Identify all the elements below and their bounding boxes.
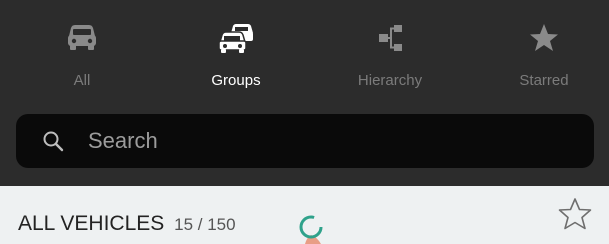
tab-bar: All Groups Hierarchy Starred xyxy=(0,0,609,110)
star-icon xyxy=(530,24,558,51)
search-bar[interactable] xyxy=(16,114,594,168)
tab-groups[interactable]: Groups xyxy=(160,0,312,110)
search-input[interactable] xyxy=(88,114,568,168)
tab-starred[interactable]: Starred xyxy=(468,0,609,110)
hierarchy-icon xyxy=(379,25,402,51)
tab-starred-label: Starred xyxy=(519,72,569,89)
list-title-text: ALL VEHICLES xyxy=(18,212,165,235)
list-title: ALL VEHICLES 15 / 150 xyxy=(18,212,236,236)
car-icon xyxy=(68,25,96,50)
star-outline-icon[interactable] xyxy=(557,196,593,232)
loading-indicator-icon xyxy=(299,215,323,244)
tab-hierarchy[interactable]: Hierarchy xyxy=(314,0,466,110)
tab-all-label: All xyxy=(73,72,91,89)
top-bar: All Groups Hierarchy Starred Search xyxy=(0,0,609,186)
search-icon xyxy=(43,131,64,152)
app: All Groups Hierarchy Starred Search ALL … xyxy=(0,0,609,244)
cars-group-icon xyxy=(218,24,253,53)
tab-all[interactable]: All xyxy=(6,0,158,110)
vehicle-count: 15 / 150 xyxy=(174,215,236,234)
tab-hierarchy-label: Hierarchy xyxy=(357,72,423,89)
tab-groups-label: Groups xyxy=(211,72,261,89)
